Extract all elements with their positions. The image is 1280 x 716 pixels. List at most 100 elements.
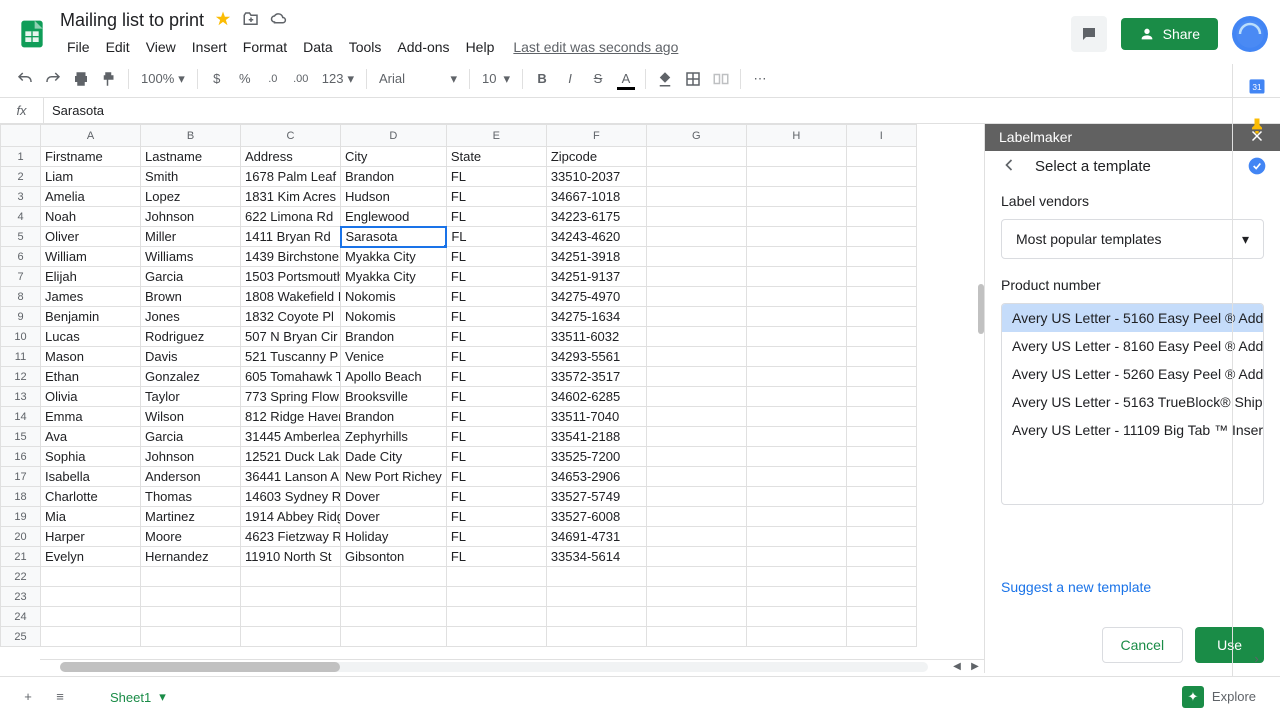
font-dropdown[interactable]: Arial▾	[373, 66, 463, 92]
cell[interactable]	[646, 207, 746, 227]
cell[interactable]: 1678 Palm Leaf	[241, 167, 341, 187]
sheet-tab-menu-icon[interactable]: ▾	[159, 689, 166, 705]
cell[interactable]: Amelia	[41, 187, 141, 207]
cell[interactable]	[846, 367, 916, 387]
row-header[interactable]: 23	[1, 587, 41, 607]
decrease-decimal-button[interactable]: .0	[260, 66, 286, 92]
cell[interactable]	[546, 607, 646, 627]
row-header[interactable]: 24	[1, 607, 41, 627]
cell[interactable]	[646, 307, 746, 327]
cell[interactable]: Dover	[341, 507, 447, 527]
undo-button[interactable]	[12, 66, 38, 92]
cell[interactable]: Johnson	[141, 447, 241, 467]
cell[interactable]	[746, 447, 846, 467]
increase-decimal-button[interactable]: .00	[288, 66, 314, 92]
cell[interactable]	[241, 587, 341, 607]
cell[interactable]	[846, 627, 916, 647]
cell[interactable]: 34275-1634	[546, 307, 646, 327]
cell[interactable]: Benjamin	[41, 307, 141, 327]
cell[interactable]	[846, 567, 916, 587]
cell[interactable]: FL	[446, 507, 546, 527]
cell[interactable]: FL	[446, 167, 546, 187]
cell[interactable]: 34243-4620	[546, 227, 646, 247]
cell[interactable]: Firstname	[41, 147, 141, 167]
cell[interactable]	[646, 367, 746, 387]
keep-icon[interactable]	[1247, 116, 1267, 136]
cell[interactable]	[846, 587, 916, 607]
cell[interactable]: Lastname	[141, 147, 241, 167]
cell[interactable]	[846, 227, 916, 247]
redo-button[interactable]	[40, 66, 66, 92]
cell[interactable]: Williams	[141, 247, 241, 267]
row-header[interactable]: 13	[1, 387, 41, 407]
sheet-tab[interactable]: Sheet1 ▾	[96, 677, 180, 716]
cell[interactable]: Isabella	[41, 467, 141, 487]
cell[interactable]	[41, 627, 141, 647]
cell[interactable]	[341, 627, 447, 647]
cell[interactable]: Davis	[141, 347, 241, 367]
row-header[interactable]: 11	[1, 347, 41, 367]
cell[interactable]: Hudson	[341, 187, 447, 207]
cell[interactable]	[646, 507, 746, 527]
cell[interactable]: 1808 Wakefield I	[241, 287, 341, 307]
cloud-status-icon[interactable]	[270, 10, 288, 31]
cell[interactable]: Dover	[341, 487, 447, 507]
menu-view[interactable]: View	[139, 35, 183, 59]
cell[interactable]	[746, 267, 846, 287]
scroll-left-icon[interactable]: ◀	[948, 660, 966, 674]
menu-format[interactable]: Format	[236, 35, 294, 59]
back-icon[interactable]	[999, 155, 1019, 178]
cell[interactable]: 622 Limona Rd	[241, 207, 341, 227]
cell[interactable]	[746, 507, 846, 527]
column-header[interactable]: B	[141, 125, 241, 147]
cell[interactable]	[241, 627, 341, 647]
cell[interactable]	[846, 607, 916, 627]
borders-button[interactable]	[680, 66, 706, 92]
cell[interactable]	[41, 607, 141, 627]
cell[interactable]	[646, 567, 746, 587]
cell[interactable]	[546, 627, 646, 647]
cell[interactable]	[746, 387, 846, 407]
cell[interactable]	[646, 467, 746, 487]
menu-help[interactable]: Help	[459, 35, 502, 59]
cell[interactable]	[241, 567, 341, 587]
move-icon[interactable]	[242, 10, 260, 31]
cell[interactable]: 33510-2037	[546, 167, 646, 187]
column-header[interactable]: D	[341, 125, 447, 147]
cell[interactable]: 34653-2906	[546, 467, 646, 487]
cell[interactable]	[746, 207, 846, 227]
cell[interactable]	[746, 407, 846, 427]
cell[interactable]	[646, 187, 746, 207]
cell[interactable]: Garcia	[141, 427, 241, 447]
cell[interactable]	[746, 607, 846, 627]
cell[interactable]	[746, 227, 846, 247]
product-list-item[interactable]: Avery US Letter - 5160 Easy Peel ® Addre	[1002, 304, 1263, 332]
cell[interactable]	[846, 527, 916, 547]
cell[interactable]	[746, 487, 846, 507]
cell[interactable]	[646, 487, 746, 507]
cell[interactable]	[646, 267, 746, 287]
text-color-button[interactable]: A	[613, 66, 639, 92]
spreadsheet-grid[interactable]: ABCDEFGHI1FirstnameLastnameAddressCitySt…	[0, 124, 984, 673]
cell[interactable]	[846, 507, 916, 527]
cell[interactable]: 812 Ridge Haven	[241, 407, 341, 427]
cell[interactable]: 1832 Coyote Pl	[241, 307, 341, 327]
fx-icon[interactable]: fx	[0, 98, 44, 123]
row-header[interactable]: 2	[1, 167, 41, 187]
cell[interactable]	[846, 187, 916, 207]
column-header[interactable]: C	[241, 125, 341, 147]
cell[interactable]: James	[41, 287, 141, 307]
cell[interactable]: Englewood	[341, 207, 447, 227]
cancel-button[interactable]: Cancel	[1102, 627, 1184, 663]
cell[interactable]: William	[41, 247, 141, 267]
cell[interactable]: Nokomis	[341, 307, 447, 327]
cell[interactable]: Lopez	[141, 187, 241, 207]
cell[interactable]	[341, 607, 447, 627]
cell[interactable]: Olivia	[41, 387, 141, 407]
cell[interactable]	[646, 527, 746, 547]
cell[interactable]	[846, 427, 916, 447]
product-list-item[interactable]: Avery US Letter - 11109 Big Tab ™ Insert…	[1002, 416, 1263, 444]
cell[interactable]: 1831 Kim Acres	[241, 187, 341, 207]
row-header[interactable]: 17	[1, 467, 41, 487]
cell[interactable]	[646, 147, 746, 167]
